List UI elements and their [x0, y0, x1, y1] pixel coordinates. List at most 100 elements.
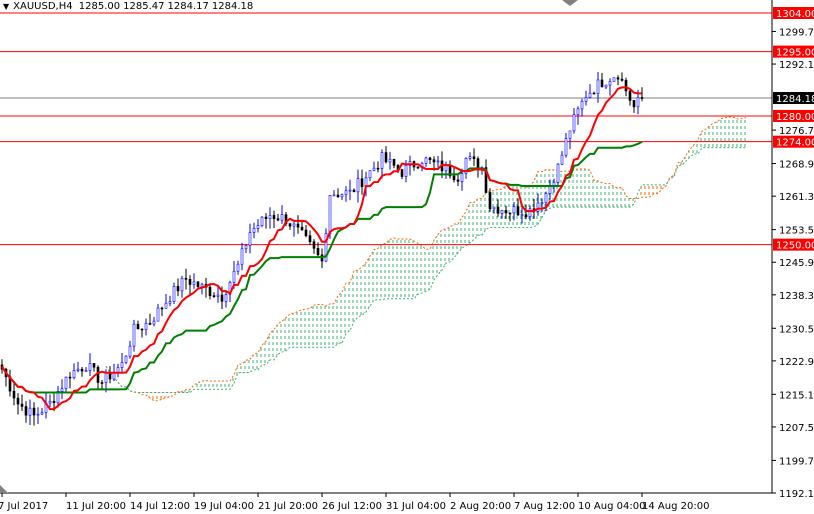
cloud-segment [650, 184, 654, 197]
candle-body [152, 320, 156, 325]
candle-body [588, 92, 592, 98]
cloud-segment [646, 184, 650, 198]
cloud-segment [538, 171, 542, 225]
candle-body [560, 154, 564, 165]
cloud-segment [642, 184, 646, 198]
cloud-segment [710, 123, 714, 148]
candle-body [540, 202, 544, 204]
x-tick-label: 21 Jul 20:00 [258, 501, 318, 512]
candle-body [24, 406, 28, 416]
candle-body [248, 232, 252, 246]
y-tick-label: 1199.70 [779, 456, 814, 467]
y-tick-label: 1276.70 [779, 126, 814, 137]
candle-body [372, 167, 376, 171]
candle-body [312, 241, 316, 249]
x-tick-label: 10 Aug 04:00 [578, 501, 645, 512]
cloud-segment [330, 303, 334, 348]
cloud-segment [334, 295, 338, 348]
candle-body [96, 366, 100, 383]
y-tick-label: 1207.50 [779, 423, 814, 434]
cloud-segment [314, 304, 318, 348]
candle-body [388, 158, 392, 163]
chart-shift-marker-top[interactable] [562, 0, 578, 6]
y-tick-label: 1222.90 [779, 357, 814, 368]
candle-body [520, 214, 524, 216]
cloud-segment [454, 223, 458, 258]
candle-body [60, 388, 64, 392]
y-tick-label: 1268.90 [779, 160, 814, 171]
cloud-segment [474, 198, 478, 240]
y-tick-label: 1238.30 [779, 291, 814, 302]
candle-body [172, 286, 176, 302]
cloud-segment [598, 181, 602, 208]
tenkan-sen-line [1, 86, 642, 411]
candle-body [612, 77, 616, 82]
candle-body [216, 294, 220, 297]
candle-body [64, 376, 68, 390]
level-label: 1280.00 [776, 112, 814, 123]
candle-body [504, 210, 508, 214]
candle-body [240, 248, 244, 265]
cloud-segment [574, 168, 578, 208]
candle-body [212, 295, 216, 297]
candle-body [556, 163, 560, 183]
candle-body [608, 81, 612, 86]
cloud-segment [530, 180, 534, 228]
y-tick-label: 1261.30 [779, 192, 814, 203]
candle-body [604, 84, 608, 88]
candle-body [368, 170, 372, 179]
candle-body [456, 179, 460, 182]
cloud-segment [386, 239, 390, 299]
cloud-segment [202, 380, 206, 390]
candle-body [132, 323, 136, 347]
cloud-segment [466, 202, 470, 246]
candle-body [224, 294, 228, 302]
cloud-segment [370, 249, 374, 307]
cloud-segment [734, 117, 738, 148]
candle-body [244, 245, 248, 250]
candle-body [144, 323, 148, 330]
candle-body [508, 212, 512, 215]
candle-body [40, 412, 44, 415]
candle-body [48, 401, 52, 404]
cloud-segment [150, 392, 154, 401]
candle-body [36, 413, 40, 416]
candle-body [616, 77, 620, 80]
cloud-segment [346, 282, 350, 334]
cloud-segment [482, 192, 486, 236]
cloud-segment [422, 245, 426, 294]
candle-body [444, 165, 448, 172]
candle-body [620, 78, 624, 81]
candle-body [572, 114, 576, 132]
x-tick-label: 7 Jul 2017 [0, 501, 48, 512]
cloud-segment [434, 234, 438, 280]
price-axis: 1304.00 1295.00 1280.00 1274.00 1250.00 1284.… [772, 7, 814, 500]
x-tick-label: 14 Aug 20:00 [642, 501, 709, 512]
cloud-segment [294, 311, 298, 348]
candle-body [384, 152, 388, 163]
cloud-segment [362, 262, 366, 316]
cloud-segment [722, 117, 726, 148]
y-tick-label: 1245.90 [779, 258, 814, 269]
candle-body [180, 277, 184, 292]
candle-body [148, 323, 152, 325]
cloud-segment [290, 312, 294, 348]
candle-body [460, 173, 464, 182]
cloud-segment [630, 198, 634, 208]
candle-body [424, 157, 428, 164]
price-chart[interactable]: 1304.00 1295.00 1280.00 1274.00 1250.00 1284.… [0, 0, 814, 514]
horizontal-levels [0, 12, 772, 246]
cloud-segment [426, 249, 430, 292]
chart-shift-marker[interactable] [0, 485, 8, 493]
cloud-segment [586, 168, 590, 208]
cloud-segment [378, 244, 382, 300]
y-tick-label: 1292.10 [779, 60, 814, 71]
cloud-segment [582, 168, 586, 208]
candle-body [84, 370, 88, 372]
candle-body [68, 376, 72, 379]
candle-body [468, 156, 472, 159]
candle-body [600, 79, 604, 88]
candle-body [236, 263, 240, 272]
candle-body [344, 190, 348, 195]
candle-body [352, 189, 356, 193]
